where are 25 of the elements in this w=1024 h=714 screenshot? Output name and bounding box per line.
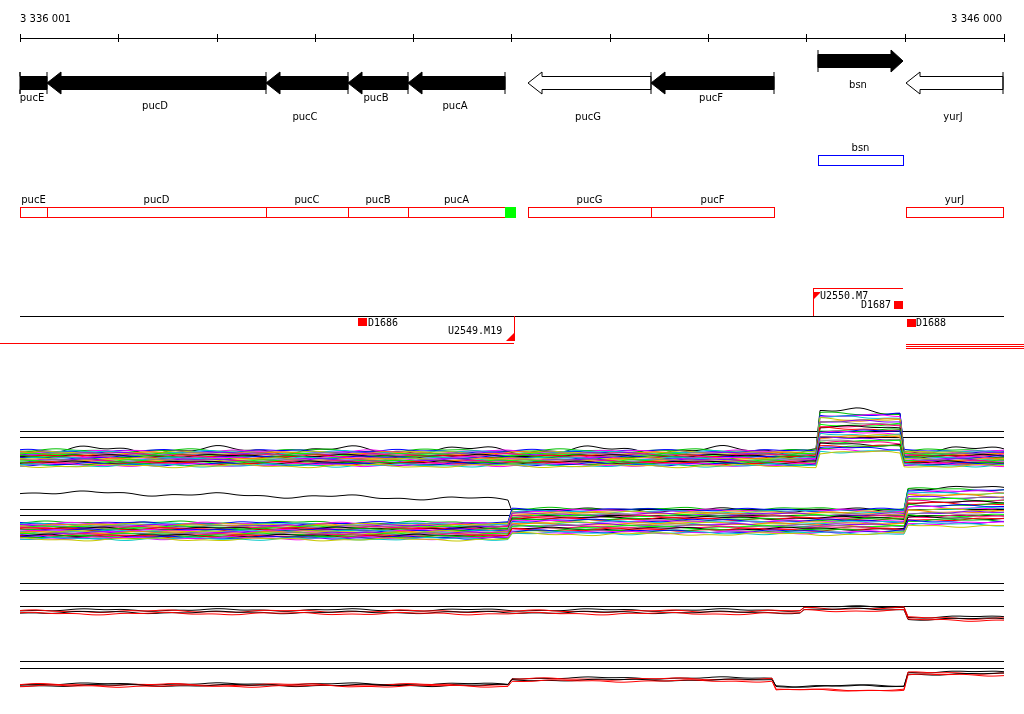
gene-label: pucC — [292, 112, 318, 122]
marker-label: D1686 — [368, 318, 399, 328]
feature-label: pucF — [700, 195, 725, 205]
gene-label: pucF — [699, 93, 723, 103]
gene-label: pucB — [363, 93, 389, 103]
gene-label: pucD — [142, 101, 168, 111]
marker-label: U2549.M19 — [448, 326, 503, 336]
gene-label: pucE — [19, 93, 45, 103]
feature-label: yurJ — [944, 195, 965, 205]
feature-label: pucE — [21, 195, 46, 205]
gene-label: yurJ — [943, 112, 963, 122]
gene-label: pucG — [575, 112, 601, 122]
marker-label: D1688 — [916, 318, 947, 328]
ruler-start-label: 3 336 001 — [20, 14, 71, 24]
feature-label: bsn — [851, 143, 870, 153]
feature-label: pucC — [294, 195, 320, 205]
feature-label: pucD — [143, 195, 170, 205]
gene-label: pucA — [442, 101, 468, 111]
marker-label: D1687 — [861, 300, 892, 310]
ruler-end-label: 3 346 000 — [951, 14, 1002, 24]
feature-label: pucA — [444, 195, 469, 205]
feature-label: pucG — [576, 195, 603, 205]
feature-label: pucB — [365, 195, 391, 205]
gene-label: bsn — [849, 80, 867, 90]
marker-label: U2550.M7 — [820, 291, 869, 301]
